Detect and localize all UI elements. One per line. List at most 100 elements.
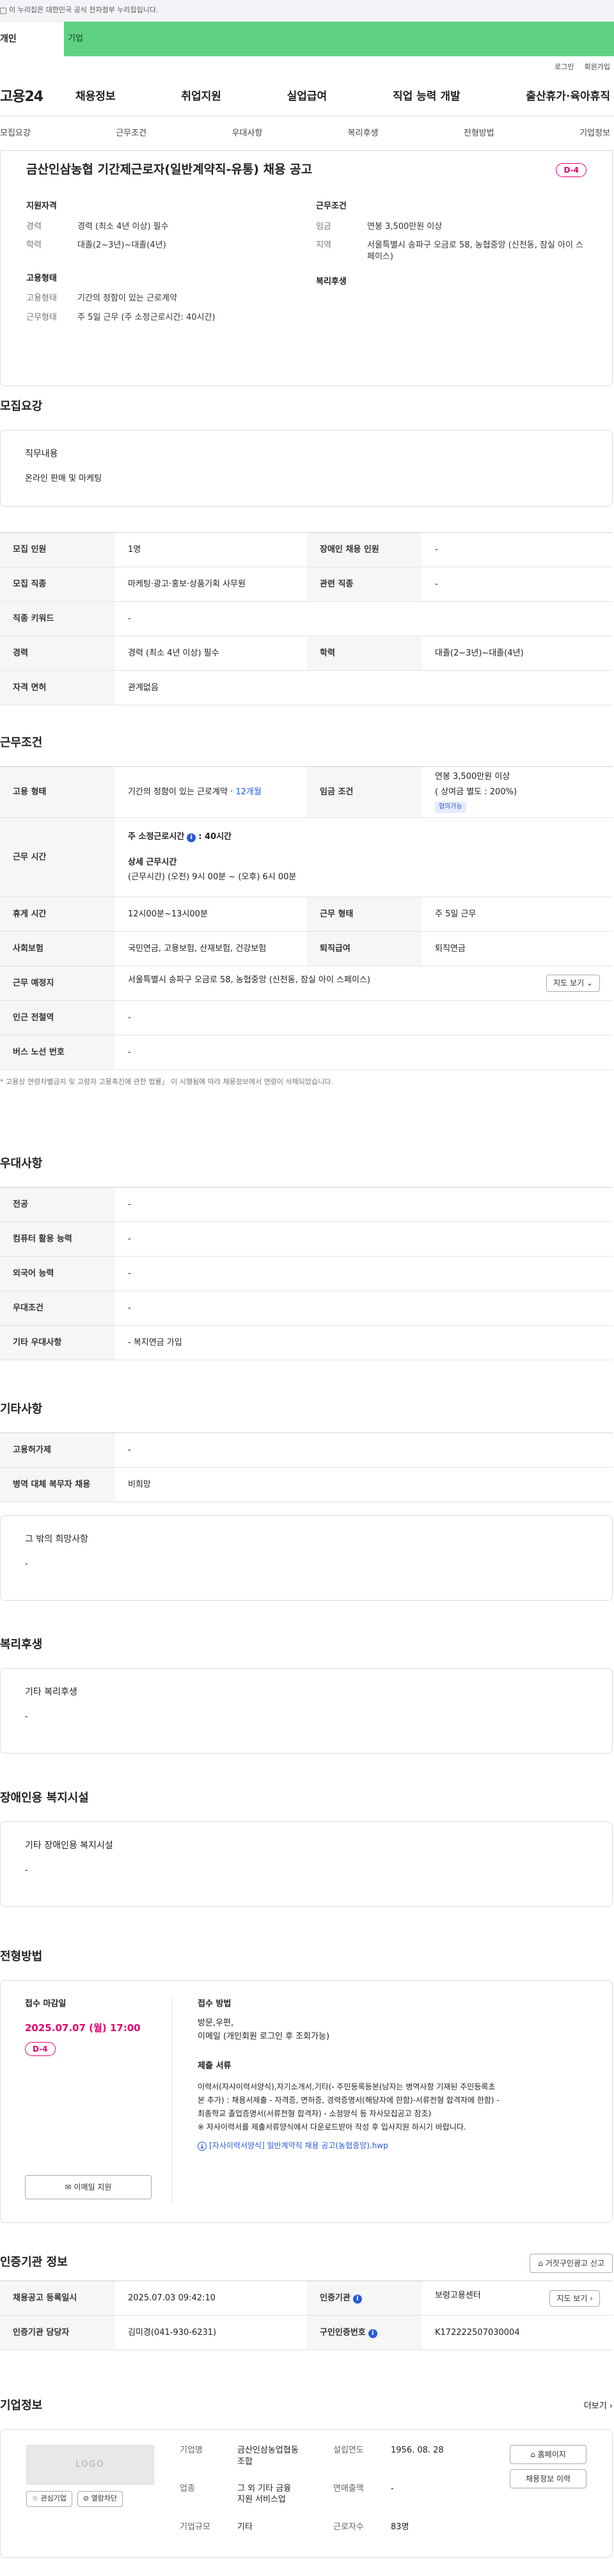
cert-title: 인증기관 정보 <box>0 2256 68 2270</box>
disabled-label: 기타 장애인용 복지시설 <box>25 1841 113 1851</box>
ret-value: 퇴직연금 <box>422 931 613 966</box>
anchor-company[interactable]: 기업정보 <box>579 128 610 139</box>
report-button[interactable]: ⌂ 거짓구인광고 신고 <box>530 2254 613 2274</box>
subway-value: - <box>115 1000 613 1035</box>
homepage-label: 홈페이지 <box>537 2450 566 2459</box>
row-value: - <box>422 567 613 602</box>
age-note: * 고용상 연령차별금지 및 고령자 고용촉진에 관한 법률」 이 시행됨에 따… <box>0 1078 333 1086</box>
global-nav: 고용24 채용정보 취업지원 실업급여 직업 능력 개발 출산휴가·육아휴직 <box>0 78 614 116</box>
etc-section: 기타사항 고용허가제 - 병역 대체 복무자 채용 비희망 그 밖의 희망사항 - <box>0 1402 613 1601</box>
table-row: 모집 인원 1명 장애인 채용 인원 - <box>0 532 613 567</box>
info-icon[interactable]: i <box>352 2294 362 2304</box>
weekly-hours-label: 주 소정근로시간 <box>128 832 185 842</box>
sales-key: 연매출액 <box>333 2483 364 2494</box>
site-tabs: 개인 기업 <box>0 22 614 56</box>
region-value: 서울특별시 송파구 오금로 58, 농협중앙 (신천동, 잠실 아이 스페이스) <box>367 240 584 262</box>
disabled-title: 장애인용 복지시설 <box>0 1791 89 1805</box>
table-row: 직종 키워드 - <box>0 601 613 636</box>
process-title: 전형방법 <box>0 1950 43 1963</box>
mgr-value: 김미경(041-930-6231) <box>115 2315 307 2351</box>
login-link[interactable]: 로그인 <box>555 63 574 72</box>
table-row: 휴게 시간 12시00분~13시00분 근무 형태 주 5일 근무 <box>0 897 613 932</box>
row-value: 마케팅·광고·홍보·상품기획 사무원 <box>115 567 307 602</box>
table-row: 인근 전철역 - <box>0 1000 613 1035</box>
place-key: 근무 예정지 <box>0 966 115 1001</box>
gnb-leave[interactable]: 출산휴가·육아휴직 <box>526 90 610 104</box>
info-icon[interactable]: i <box>187 833 196 843</box>
signup-link[interactable]: 회원가입 <box>585 63 610 72</box>
table-row: 전공 - <box>0 1187 613 1222</box>
homepage-button[interactable]: ⌂ 홈페이지 <box>510 2445 586 2465</box>
report-label: 거짓구인광고 신고 <box>545 2259 604 2268</box>
mail-icon: ✉ <box>65 2183 74 2192</box>
row-key: 외국어 능력 <box>0 1256 115 1291</box>
company-more-link[interactable]: 더보기 › <box>584 2401 613 2412</box>
gnb-unemployment[interactable]: 실업급여 <box>287 90 327 104</box>
time-key: 근무 시간 <box>0 817 115 897</box>
size-key: 기업규모 <box>180 2522 210 2532</box>
gnb-training[interactable]: 직업 능력 개발 <box>393 90 460 104</box>
docs-line: ※ 자사이력서를 제출서류양식에서 다운로드받아 작성 후 입사지원 하시기 바… <box>198 2123 466 2132</box>
tab-corp[interactable]: 기업 <box>64 22 614 56</box>
site-logo[interactable]: 고용24 <box>0 88 75 107</box>
form-value: 주 5일 근무 <box>422 897 613 932</box>
table-row: 외국어 능력 - <box>0 1256 613 1291</box>
row-value: - <box>115 1433 613 1468</box>
email-apply-label: 이메일 지원 <box>74 2183 112 2192</box>
sales-value: - <box>391 2483 394 2494</box>
docs-line: 최종학교 졸업증명서(서류전형 합격자) - 소정양식 등 자사모집공고 참조) <box>198 2109 432 2119</box>
edu-value: 대졸(2~3년)~대졸(4년) <box>77 240 166 251</box>
num-key: 구인인증번호 <box>320 2327 366 2337</box>
bus-value: - <box>115 1035 613 1070</box>
org-map-button[interactable]: 지도 보기 › <box>549 2289 600 2307</box>
anchor-pref[interactable]: 우대사항 <box>232 128 262 139</box>
table-row: 근무 예정지 서울특별시 송파구 오금로 58, 농협중앙 (신천동, 잠실 아… <box>0 966 613 1001</box>
welfare-section: 복리후생 기타 복리후생 - <box>0 1637 613 1754</box>
table-row: 고용 형태 기간의 정함이 있는 근로계약 · 12개월 임금 조건 연봉 3,… <box>0 766 613 818</box>
welfare-heading: 복리후생 <box>316 277 347 287</box>
anchor-welfare[interactable]: 복리후생 <box>348 128 379 139</box>
industry-value-2: 지원 서비스업 <box>237 2495 286 2505</box>
anchor-work[interactable]: 근무조건 <box>116 128 146 139</box>
disabled-value: - <box>25 1865 28 1875</box>
qualification-heading: 지원자격 <box>26 201 57 211</box>
home-icon: ⌂ <box>530 2450 538 2459</box>
gov-banner-text: 이 누리집은 대한민국 공식 전자정부 누리집입니다. <box>9 6 159 15</box>
rest-key: 휴게 시간 <box>0 897 115 932</box>
bonus-value: ( 상여금 별도 : 200%) <box>435 787 517 797</box>
work-title: 근무조건 <box>0 736 43 750</box>
row-key: 고용허가제 <box>0 1433 115 1468</box>
row-key: 자격 면허 <box>0 670 115 705</box>
gnb-jobs[interactable]: 채용정보 <box>75 90 116 104</box>
recruit-section: 모집요강 직무내용 온라인 판매 및 마케팅 모집 인원 1명 장애인 채용 인원… <box>0 399 613 705</box>
row-key: 학력 <box>307 636 422 671</box>
block-button[interactable]: ⊘ 열람차단 <box>77 2491 123 2507</box>
favorite-button[interactable]: ☆ 관심기업 <box>26 2491 72 2507</box>
row-key: 병역 대체 복무자 채용 <box>0 1467 115 1502</box>
emp-value: 기간의 정함이 있는 근로계약 · <box>128 787 236 797</box>
row-value: - <box>115 601 613 636</box>
workform-key: 근무형태 <box>26 312 57 322</box>
employees-value: 83명 <box>391 2522 409 2532</box>
disabled-section: 장애인용 복지시설 기타 장애인용 복지시설 - <box>0 1791 613 1907</box>
rest-value: 12시00분~13시00분 <box>115 897 307 932</box>
info-icon[interactable]: i <box>368 2329 377 2338</box>
tab-personal[interactable]: 개인 <box>0 22 64 56</box>
employ-value: 기간의 정함이 있는 근로계약 <box>77 294 177 304</box>
email-apply-button[interactable]: ✉ 이메일 지원 <box>25 2175 152 2200</box>
est-value: 1956. 08. 28 <box>391 2446 444 2455</box>
anchor-tabs: 모집요강 근무조건 우대사항 복리후생 전형방법 기업정보 <box>0 116 614 151</box>
anchor-process[interactable]: 전형방법 <box>464 128 494 139</box>
map-button[interactable]: 지도 보기 ⌄ <box>546 975 600 992</box>
row-value: 비희망 <box>115 1467 613 1502</box>
gnb-employment-support[interactable]: 취업지원 <box>181 90 221 104</box>
history-button[interactable]: 채용정보 이력 <box>510 2469 586 2489</box>
gov-banner: 이 누리집은 대한민국 공식 전자정부 누리집입니다. <box>0 0 614 22</box>
duty-value: 온라인 판매 및 마케팅 <box>25 473 102 483</box>
row-value: - <box>422 532 613 567</box>
anchor-recruit[interactable]: 모집요강 <box>0 128 31 139</box>
row-value: - <box>115 1187 613 1222</box>
size-value: 기타 <box>237 2522 253 2532</box>
attachment-link[interactable]: [자사이력서양식] 일반계약직 채용 공고(농협중앙).hwp <box>209 2141 388 2150</box>
hope-value: - <box>25 1559 28 1569</box>
